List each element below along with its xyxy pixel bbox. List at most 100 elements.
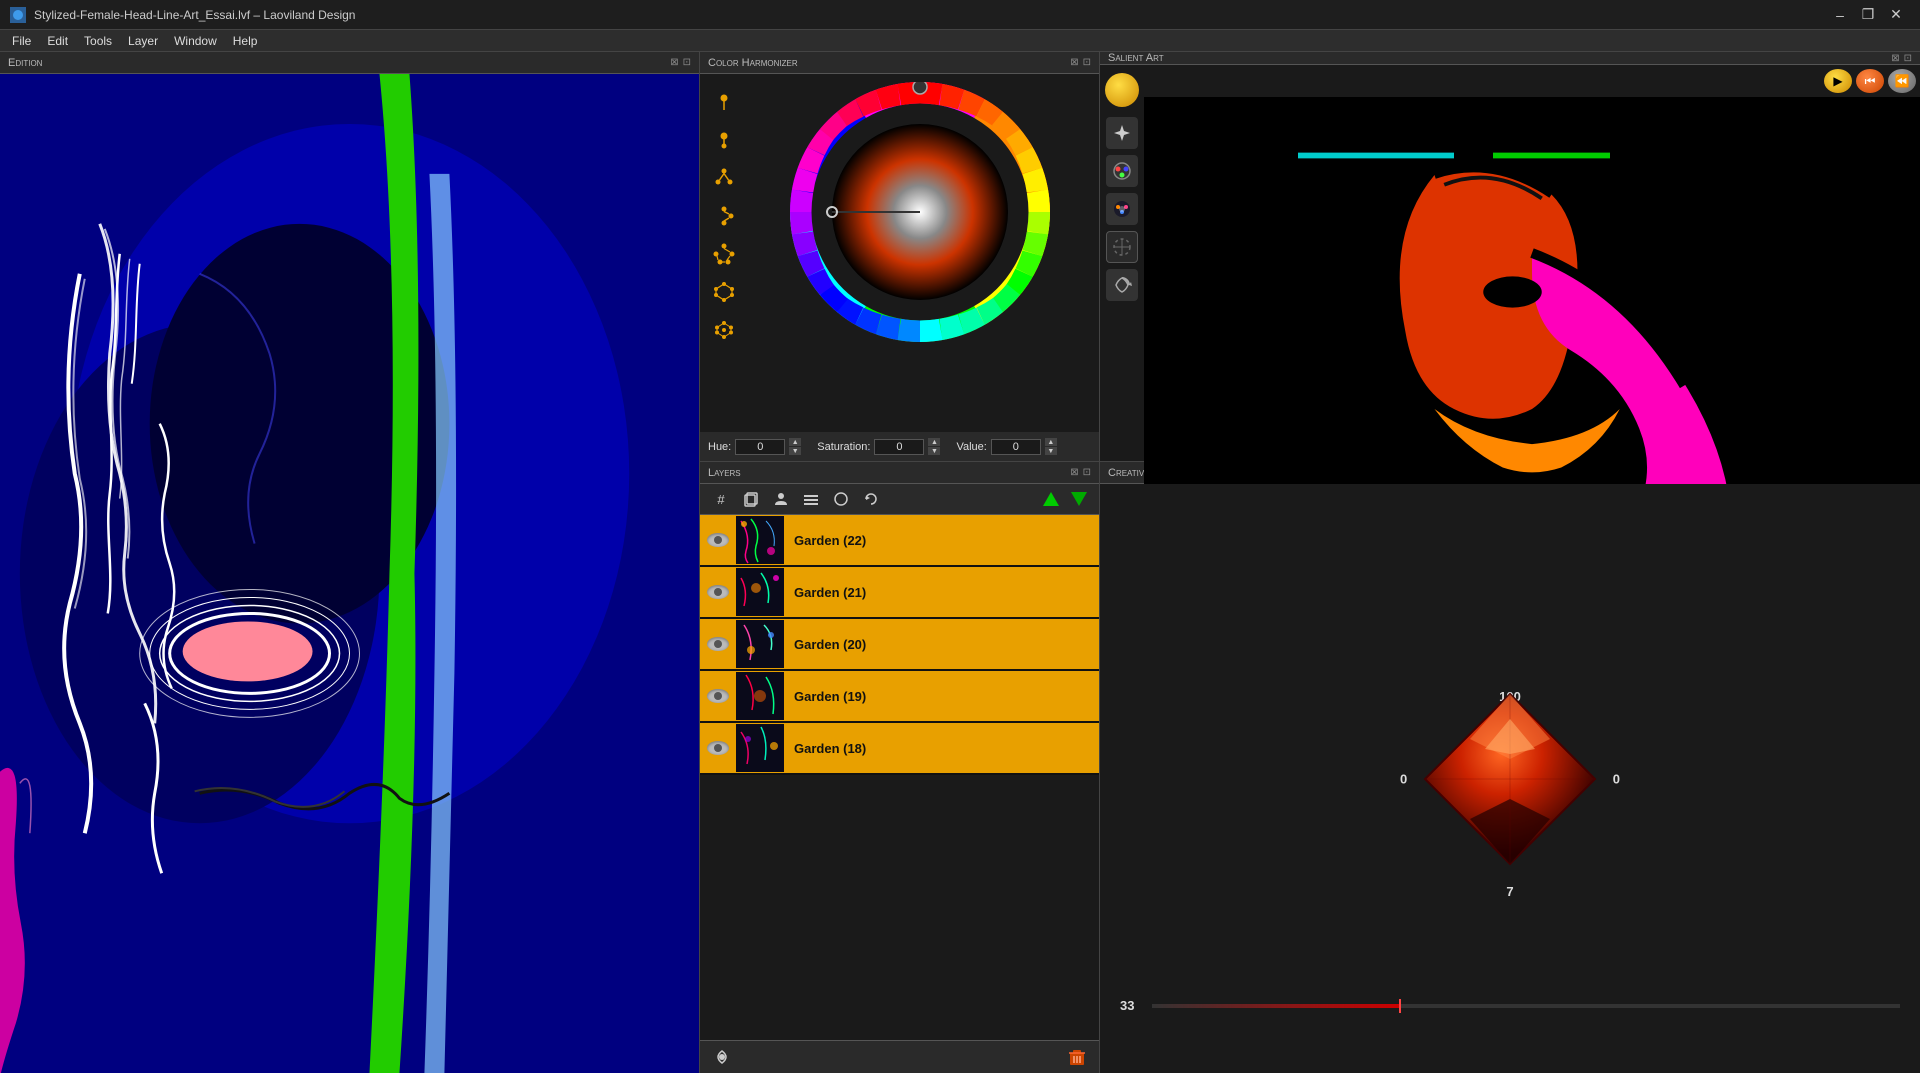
layer-group-btn[interactable] xyxy=(798,488,824,510)
harmonizer-content xyxy=(700,74,1099,432)
layer-delete-btn[interactable] xyxy=(1063,1045,1091,1069)
layers-icon-1[interactable]: ⊠ xyxy=(1070,467,1078,478)
rotate-tool[interactable] xyxy=(1106,269,1138,301)
edition-canvas[interactable] xyxy=(0,74,699,1073)
layer-eye-btn[interactable] xyxy=(708,1045,736,1069)
layer-22-visibility[interactable] xyxy=(700,515,736,566)
play-button[interactable]: ▶ xyxy=(1824,69,1852,93)
color-tool[interactable] xyxy=(1106,155,1138,187)
harmony-type-2[interactable] xyxy=(708,124,740,156)
edition-icon-2[interactable]: ⊡ xyxy=(683,57,691,68)
salient-art-header: Salient Art ⊠ ⊡ xyxy=(1100,52,1920,65)
sat-up[interactable]: ▲ xyxy=(928,438,940,446)
layers-list: Garden (22) xyxy=(700,515,1099,1040)
harmony-type-1[interactable] xyxy=(708,86,740,118)
play-alt-button[interactable]: ⏮ xyxy=(1856,69,1884,93)
color-swatch-yellow[interactable] xyxy=(1105,73,1139,107)
right-panels: Color Harmonizer ⊠ ⊡ xyxy=(700,52,1920,1073)
layer-move-down-btn[interactable] xyxy=(1067,488,1091,510)
layer-22-eye xyxy=(707,533,729,547)
layer-22-thumb xyxy=(736,516,784,564)
list-item[interactable]: Garden (22) xyxy=(700,515,1099,567)
sat-down[interactable]: ▼ xyxy=(928,447,940,455)
color-wheel[interactable] xyxy=(790,82,1050,342)
saturation-group: Saturation: ▲ ▼ xyxy=(817,438,940,455)
layer-refresh-btn[interactable] xyxy=(858,488,884,510)
app-icon xyxy=(10,7,26,23)
layer-18-visibility[interactable] xyxy=(700,722,736,774)
layer-20-eye xyxy=(707,637,729,651)
value-input[interactable] xyxy=(991,439,1041,455)
layer-18-name: Garden (18) xyxy=(784,741,1099,756)
salient-art-title: Salient Art xyxy=(1108,52,1164,64)
hue-up[interactable]: ▲ xyxy=(789,438,801,446)
harmony-type-4[interactable] xyxy=(708,200,740,232)
close-button[interactable]: ✕ xyxy=(1882,4,1910,26)
val-down[interactable]: ▼ xyxy=(1045,447,1057,455)
maximize-button[interactable]: ❐ xyxy=(1854,4,1882,26)
layer-person-btn[interactable] xyxy=(768,488,794,510)
menu-edit[interactable]: Edit xyxy=(39,30,76,52)
palette-tool[interactable] xyxy=(1106,193,1138,225)
salient-art-panel: Salient Art ⊠ ⊡ xyxy=(1100,52,1920,461)
layer-circle-btn[interactable] xyxy=(828,488,854,510)
layers-panel: Layers ⊠ ⊡ # xyxy=(700,462,1100,1073)
layers-header: Layers ⊠ ⊡ xyxy=(700,462,1099,484)
layers-toolbar: # xyxy=(700,484,1099,515)
edition-icon-1[interactable]: ⊠ xyxy=(670,57,678,68)
edition-panel-icons: ⊠ ⊡ xyxy=(670,57,691,68)
cc-slider-handle[interactable] xyxy=(1399,999,1401,1013)
color-harmonizer-title: Color Harmonizer xyxy=(708,57,798,69)
layers-icon-2[interactable]: ⊡ xyxy=(1083,467,1091,478)
harmony-type-3[interactable] xyxy=(708,162,740,194)
hue-input[interactable] xyxy=(735,439,785,455)
harmony-type-7[interactable] xyxy=(708,314,740,346)
harmonizer-icons xyxy=(708,82,740,424)
layer-20-thumb xyxy=(736,620,784,668)
grid-tool[interactable] xyxy=(1106,231,1138,263)
sa-icon-1[interactable]: ⊠ xyxy=(1891,53,1899,64)
sa-icon-2[interactable]: ⊡ xyxy=(1904,53,1912,64)
menu-help[interactable]: Help xyxy=(225,30,266,52)
ch-icon-2[interactable]: ⊡ xyxy=(1083,57,1091,68)
edition-header: Edition ⊠ ⊡ xyxy=(0,52,699,74)
ch-icon-1[interactable]: ⊠ xyxy=(1070,57,1078,68)
layer-move-up-btn[interactable] xyxy=(1039,488,1063,510)
cc-slider-track[interactable] xyxy=(1152,1004,1900,1008)
layer-21-eye xyxy=(707,585,729,599)
layer-19-visibility[interactable] xyxy=(700,670,736,722)
val-up[interactable]: ▲ xyxy=(1045,438,1057,446)
menu-window[interactable]: Window xyxy=(166,30,225,52)
layer-number-btn[interactable]: # xyxy=(708,488,734,510)
hue-group: Hue: ▲ ▼ xyxy=(708,438,801,455)
menu-file[interactable]: File xyxy=(4,30,39,52)
cc-slider-fill xyxy=(1152,1004,1399,1008)
menu-layer[interactable]: Layer xyxy=(120,30,166,52)
artwork-canvas[interactable] xyxy=(0,74,699,1073)
window-title: Stylized-Female-Head-Line-Art_Essai.lvf … xyxy=(34,8,1826,22)
list-item[interactable]: Garden (18) xyxy=(700,723,1099,775)
list-item[interactable]: Garden (21) xyxy=(700,567,1099,619)
layer-18-thumb xyxy=(736,724,784,772)
harmony-type-5[interactable] xyxy=(708,238,740,270)
layer-copy-btn[interactable] xyxy=(738,488,764,510)
list-item[interactable]: Garden (19) xyxy=(700,671,1099,723)
diamond-widget[interactable]: 100 0 0 7 xyxy=(1410,679,1610,879)
menu-tools[interactable]: Tools xyxy=(76,30,120,52)
cc-left-value: 0 xyxy=(1400,771,1407,786)
minimize-button[interactable]: – xyxy=(1826,4,1854,26)
stop-button[interactable]: ⏪ xyxy=(1888,69,1916,93)
diamond-svg xyxy=(1410,679,1610,879)
harmonizer-values: Hue: ▲ ▼ Saturation: ▲ ▼ xyxy=(700,432,1099,461)
saturation-spinner: ▲ ▼ xyxy=(928,438,940,455)
color-harmonizer-panel: Color Harmonizer ⊠ ⊡ xyxy=(700,52,1100,461)
layer-19-eye xyxy=(707,689,729,703)
hue-down[interactable]: ▼ xyxy=(789,447,801,455)
list-item[interactable]: Garden (20) xyxy=(700,619,1099,671)
layer-20-visibility[interactable] xyxy=(700,618,736,670)
layer-21-visibility[interactable] xyxy=(700,566,736,618)
saturation-input[interactable] xyxy=(874,439,924,455)
navigate-tool[interactable] xyxy=(1106,117,1138,149)
harmony-type-6[interactable] xyxy=(708,276,740,308)
layer-19-thumb xyxy=(736,672,784,720)
